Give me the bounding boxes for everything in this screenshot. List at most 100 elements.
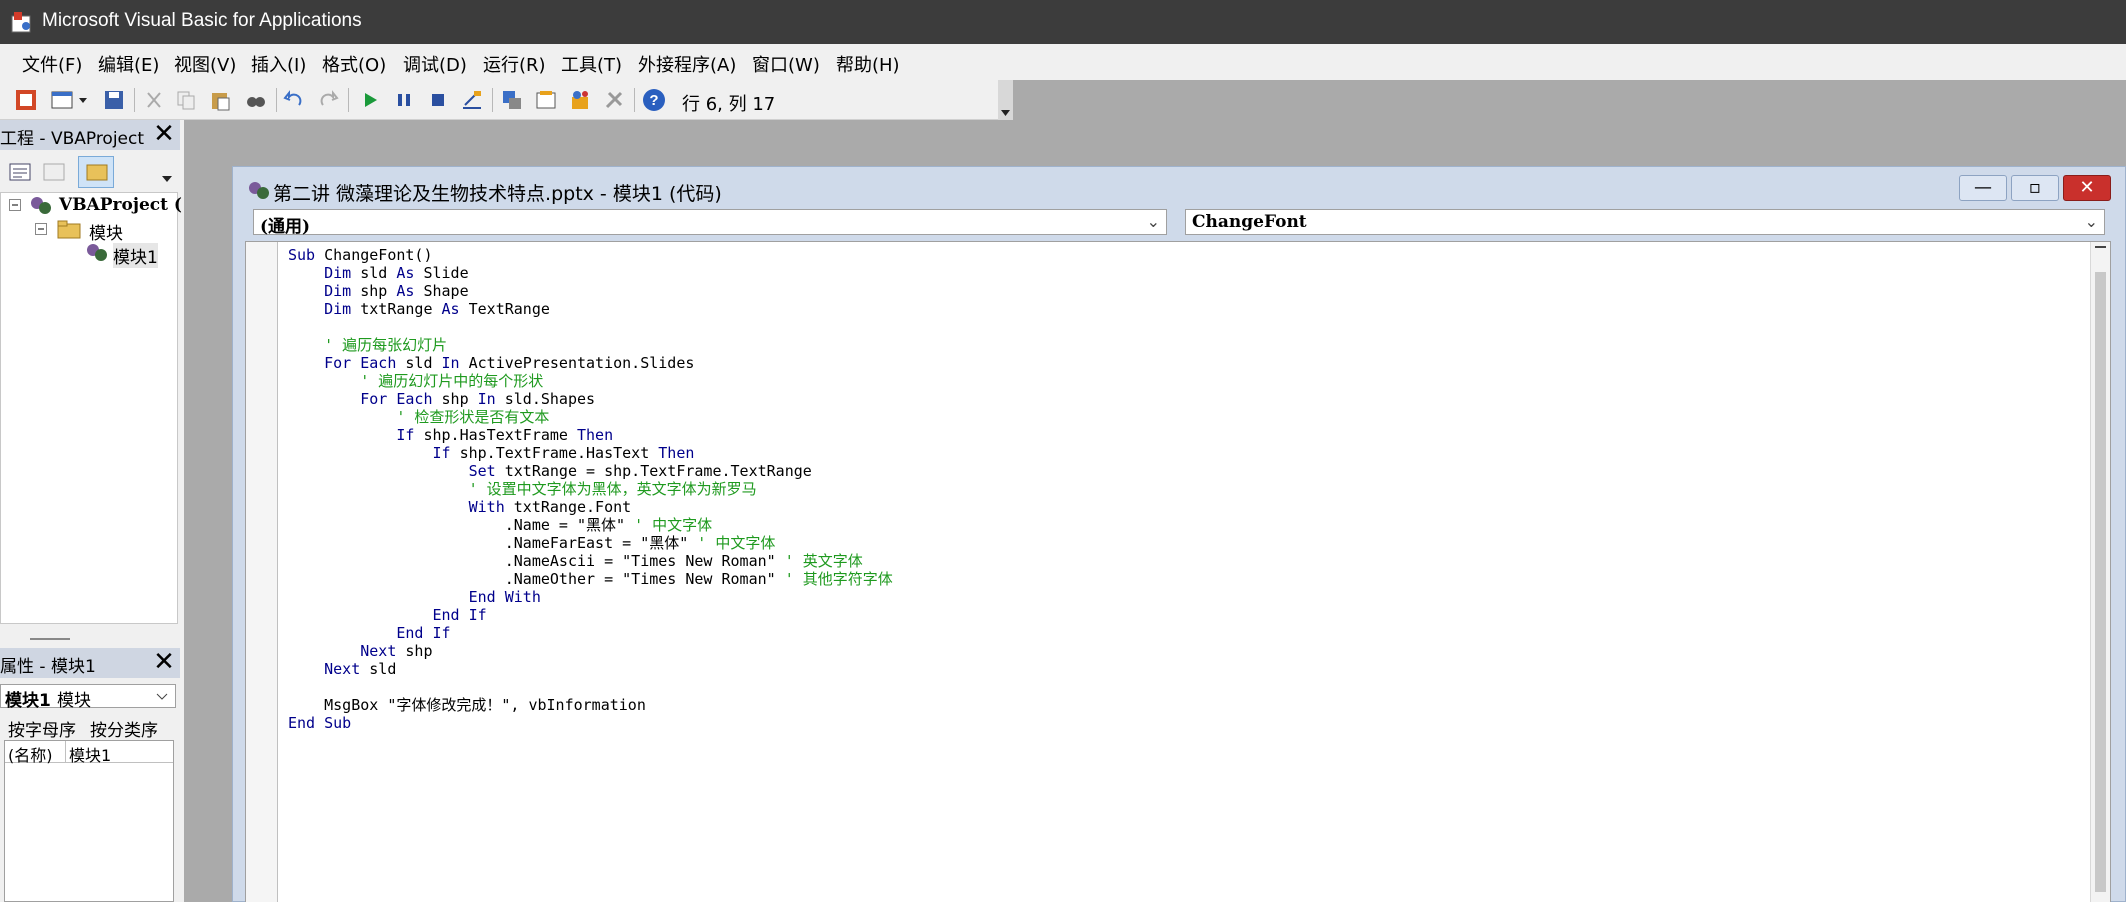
code-line[interactable]: ' 设置中文字体为黑体，英文字体为新罗马 xyxy=(288,480,893,498)
toggle-folders-icon[interactable] xyxy=(78,156,114,188)
help-icon[interactable]: ? xyxy=(642,88,666,112)
menu-addins[interactable]: 外接程序(A) xyxy=(638,51,736,77)
paste-icon[interactable] xyxy=(208,88,232,112)
menu-debug[interactable]: 调试(D) xyxy=(403,51,467,77)
code-editor[interactable]: Sub ChangeFont() Dim sld As Slide Dim sh… xyxy=(245,241,2111,902)
tab-alphabetic[interactable]: 按字母序 xyxy=(8,716,76,741)
minimize-button[interactable]: — xyxy=(1959,175,2007,201)
code-line[interactable] xyxy=(288,678,893,696)
project-tree[interactable]: VBAProject ( 模块 模块1 xyxy=(0,192,182,624)
code-line[interactable]: Dim txtRange As TextRange xyxy=(288,300,893,318)
code-line[interactable]: End If xyxy=(288,606,893,624)
code-line[interactable]: ' 遍历幻灯片中的每个形状 xyxy=(288,372,893,390)
code-line[interactable]: For Each sld In ActivePresentation.Slide… xyxy=(288,354,893,372)
close-button[interactable]: ✕ xyxy=(2063,175,2111,201)
properties-header: 属性 - 模块1 ✕ xyxy=(0,648,180,678)
code-line[interactable]: Set txtRange = shp.TextFrame.TextRange xyxy=(288,462,893,480)
undo-icon[interactable] xyxy=(282,88,306,112)
code-line[interactable]: End With xyxy=(288,588,893,606)
save-icon[interactable] xyxy=(102,88,126,112)
view-powerpoint-icon[interactable] xyxy=(14,88,38,112)
code-line[interactable]: If shp.TextFrame.HasText Then xyxy=(288,444,893,462)
project-explorer-icon[interactable] xyxy=(500,88,524,112)
code-token: .NameOther = "Times New Roman" xyxy=(288,570,785,588)
code-line[interactable] xyxy=(288,318,893,336)
tree-module[interactable]: 模块1 xyxy=(113,243,158,268)
copy-icon[interactable] xyxy=(174,88,198,112)
code-keyword: Then xyxy=(658,444,695,462)
code-line[interactable]: Sub ChangeFont() xyxy=(288,246,893,264)
code-line[interactable]: .NameAscii = "Times New Roman" ' 英文字体 xyxy=(288,552,893,570)
collapse-icon[interactable] xyxy=(9,199,21,211)
procedure-combo[interactable]: ChangeFont ⌄ xyxy=(1185,209,2105,235)
code-line[interactable]: With txtRange.Font xyxy=(288,498,893,516)
code-line[interactable]: .NameOther = "Times New Roman" ' 其他字符字体 xyxy=(288,570,893,588)
properties-window-icon[interactable] xyxy=(534,88,558,112)
code-line[interactable]: ' 遍历每张幻灯片 xyxy=(288,336,893,354)
menu-edit[interactable]: 编辑(E) xyxy=(98,51,159,77)
svg-text:?: ? xyxy=(649,92,658,109)
cut-icon[interactable] xyxy=(142,88,166,112)
code-line[interactable]: End If xyxy=(288,624,893,642)
dropdown-arrow-icon[interactable] xyxy=(76,88,90,112)
toolbar-options-icon[interactable] xyxy=(998,80,1013,120)
view-code-icon[interactable] xyxy=(8,160,32,184)
redo-icon[interactable] xyxy=(316,88,340,112)
menu-view[interactable]: 视图(V) xyxy=(174,51,236,77)
code-line[interactable]: If shp.HasTextFrame Then xyxy=(288,426,893,444)
menu-insert[interactable]: 插入(I) xyxy=(251,51,306,77)
code-line[interactable]: Next sld xyxy=(288,660,893,678)
code-line[interactable]: ' 检查形状是否有文本 xyxy=(288,408,893,426)
object-selector[interactable]: 模块1 模块 xyxy=(0,684,176,711)
menu-file[interactable]: 文件(F) xyxy=(22,51,82,77)
menu-tools[interactable]: 工具(T) xyxy=(561,51,622,77)
toolbox-icon[interactable] xyxy=(602,88,626,112)
code-text[interactable]: Sub ChangeFont() Dim sld As Slide Dim sh… xyxy=(288,246,893,732)
code-token: txtRange xyxy=(360,300,442,318)
code-line[interactable]: MsgBox "字体修改完成！", vbInformation xyxy=(288,696,893,714)
code-keyword: Dim xyxy=(324,300,361,318)
vertical-scrollbar[interactable] xyxy=(2090,242,2110,902)
close-icon[interactable]: ✕ xyxy=(150,121,178,149)
code-keyword: Next xyxy=(360,642,406,660)
object-combo[interactable]: (通用) ⌄ xyxy=(253,209,1167,237)
code-line[interactable]: Dim sld As Slide xyxy=(288,264,893,282)
menu-window[interactable]: 窗口(W) xyxy=(752,51,820,77)
window-title: Microsoft Visual Basic for Applications xyxy=(42,10,362,31)
code-token: sld xyxy=(405,354,442,372)
margin-indicator-bar[interactable] xyxy=(246,242,278,902)
insert-userform-icon[interactable] xyxy=(50,88,74,112)
menu-format[interactable]: 格式(O) xyxy=(322,51,386,77)
reset-icon[interactable] xyxy=(426,88,450,112)
project-explorer-header: 工程 - VBAProject ✕ xyxy=(0,120,180,150)
menu-help[interactable]: 帮助(H) xyxy=(836,51,900,77)
view-object-icon[interactable] xyxy=(42,160,66,184)
code-token: shp.HasTextFrame xyxy=(423,426,577,444)
code-line[interactable]: .Name = "黑体" ' 中文字体 xyxy=(288,516,893,534)
folder-icon xyxy=(57,220,81,239)
code-line[interactable]: .NameFarEast = "黑体" ' 中文字体 xyxy=(288,534,893,552)
standard-toolbar: ? 行 6, 列 17 xyxy=(0,80,1013,120)
collapse-icon[interactable] xyxy=(35,223,47,235)
run-icon[interactable] xyxy=(358,88,382,112)
restore-button[interactable]: ▫ xyxy=(2011,175,2059,201)
property-value[interactable]: 模块1 xyxy=(69,742,111,766)
code-line[interactable]: Next shp xyxy=(288,642,893,660)
code-line[interactable]: Dim shp As Shape xyxy=(288,282,893,300)
find-icon[interactable] xyxy=(244,88,268,112)
menu-run[interactable]: 运行(R) xyxy=(483,51,546,77)
dropdown-arrow-icon[interactable] xyxy=(160,164,174,184)
tree-root[interactable]: VBAProject ( xyxy=(59,195,182,215)
code-line[interactable]: End Sub xyxy=(288,714,893,732)
code-line[interactable]: For Each shp In sld.Shapes xyxy=(288,390,893,408)
code-token: shp.TextFrame.HasText xyxy=(459,444,659,462)
object-browser-icon[interactable] xyxy=(568,88,592,112)
close-icon[interactable]: ✕ xyxy=(150,649,178,677)
design-mode-icon[interactable] xyxy=(460,88,484,112)
tab-categorized[interactable]: 按分类序 xyxy=(90,716,158,741)
break-icon[interactable] xyxy=(392,88,416,112)
